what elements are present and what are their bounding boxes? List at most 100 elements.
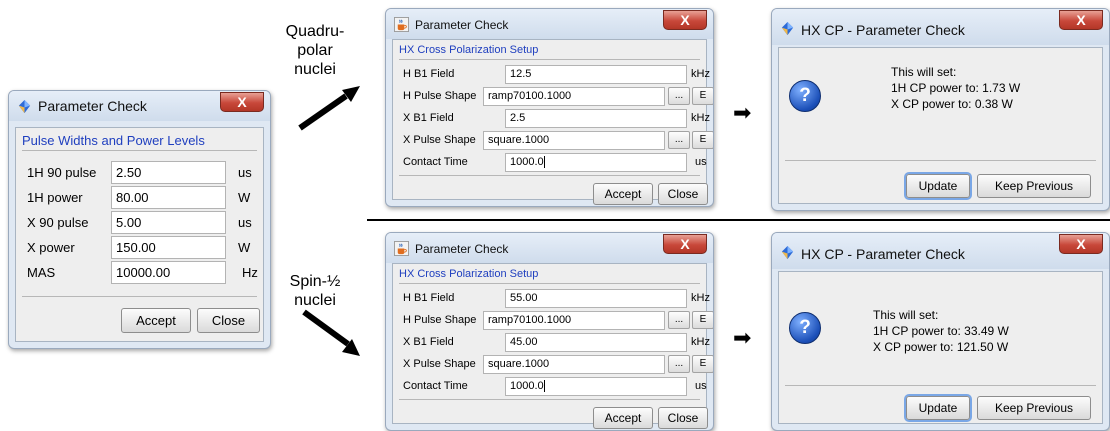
x-shape-field[interactable]: square.1000 [483, 131, 665, 150]
message-line: This will set: [873, 308, 939, 322]
message-line: X CP power to: 0.38 W [891, 97, 1013, 111]
close-window-button[interactable]: X [1059, 234, 1103, 254]
update-button[interactable]: Update [906, 174, 970, 198]
contact-time-unit: us [695, 380, 707, 392]
title-bar[interactable]: Parameter Check X [386, 233, 713, 263]
annotation-quadrupolar: Quadru- polar nuclei [285, 22, 345, 79]
contact-time-label: Contact Time [403, 380, 468, 392]
keep-previous-button[interactable]: Keep Previous [977, 174, 1091, 198]
browse-button[interactable]: ... [668, 131, 690, 149]
title-bar[interactable]: HX CP - Parameter Check X [772, 233, 1109, 269]
java-cup-icon [394, 241, 409, 256]
x-b1-label: X B1 Field [403, 112, 454, 124]
close-window-button[interactable]: X [663, 234, 707, 254]
dialog-content: ? This will set: 1H CP power to: 1.73 W … [778, 47, 1103, 204]
h-b1-field[interactable]: 12.5 [505, 65, 687, 84]
dialog-content: HX Cross Polarization Setup H B1 Field 1… [392, 39, 713, 205]
row-unit: W [238, 190, 251, 205]
x-shape-field[interactable]: square.1000 [483, 355, 665, 374]
close-window-button[interactable]: X [220, 92, 264, 112]
h-b1-field[interactable]: 55.00 [505, 289, 687, 308]
edit-button[interactable]: E [692, 87, 713, 105]
x-b1-unit: kHz [691, 336, 710, 348]
keep-previous-button[interactable]: Keep Previous [977, 396, 1091, 420]
annotation-line: Quadru- [285, 23, 345, 40]
close-button[interactable]: Close [658, 183, 708, 205]
h-b1-unit: kHz [691, 292, 710, 304]
accept-button[interactable]: Accept [121, 308, 191, 333]
power-1h-field[interactable]: 80.00 [111, 186, 226, 209]
contact-time-label: Contact Time [403, 156, 468, 168]
dialog-content: ? This will set: 1H CP power to: 33.49 W… [778, 271, 1103, 424]
h-b1-unit: kHz [691, 68, 710, 80]
h-shape-label: H Pulse Shape [403, 90, 477, 102]
x-b1-field[interactable]: 2.5 [505, 109, 687, 128]
contact-time-field[interactable]: 1000.0 [505, 153, 687, 172]
cp-confirm-dialog-top: HX CP - Parameter Check X ? This will se… [771, 8, 1110, 211]
arrow-icon [298, 86, 360, 131]
dialog-title: Parameter Check [38, 98, 147, 114]
message-line: 1H CP power to: 33.49 W [873, 324, 1009, 338]
java-cup-icon [394, 17, 409, 32]
app-diamond-icon [18, 99, 31, 114]
h-shape-field[interactable]: ramp70100.1000 [483, 311, 665, 330]
divider [399, 283, 700, 284]
x-shape-label: X Pulse Shape [403, 134, 476, 146]
title-bar[interactable]: Parameter Check X [386, 9, 713, 39]
row-label: 1H power [27, 190, 83, 205]
annotation-spin-half: Spin-½ nuclei [285, 272, 345, 310]
title-bar[interactable]: HX CP - Parameter Check X [772, 9, 1109, 45]
contact-time-value: 1000.0 [510, 380, 545, 392]
dialog-content: HX Cross Polarization Setup H B1 Field 5… [392, 263, 713, 429]
close-button[interactable]: Close [658, 407, 708, 429]
section-title: Pulse Widths and Power Levels [22, 133, 205, 148]
dialog-title: Parameter Check [415, 18, 509, 32]
row-unit: us [238, 165, 252, 180]
question-icon: ? [789, 80, 821, 112]
annotation-line: polar [297, 42, 333, 59]
section-title: HX Cross Polarization Setup [399, 44, 539, 56]
browse-button[interactable]: ... [668, 87, 690, 105]
mas-field[interactable]: 10000.00 [111, 261, 226, 284]
divider [399, 59, 700, 60]
close-window-button[interactable]: X [1059, 10, 1103, 30]
h-b1-label: H B1 Field [403, 292, 455, 304]
annotation-line: Spin-½ [289, 273, 341, 290]
contact-time-unit: us [695, 156, 707, 168]
pulse-1h-90-field[interactable]: 2.50 [111, 161, 226, 184]
contact-time-field[interactable]: 1000.0 [505, 377, 687, 396]
browse-button[interactable]: ... [668, 355, 690, 373]
row-label: X 90 pulse [27, 215, 89, 230]
close-window-button[interactable]: X [663, 10, 707, 30]
h-shape-field[interactable]: ramp70100.1000 [483, 87, 665, 106]
close-button[interactable]: Close [197, 308, 260, 333]
message-line: This will set: [891, 65, 957, 79]
dialog-content: Pulse Widths and Power Levels 1H 90 puls… [15, 127, 264, 342]
arrow-icon: ➡ [733, 100, 752, 125]
arrow-icon: ➡ [733, 325, 752, 350]
accept-button[interactable]: Accept [593, 407, 653, 429]
app-diamond-icon [781, 245, 794, 260]
section-title: HX Cross Polarization Setup [399, 268, 539, 280]
edit-button[interactable]: E [692, 131, 713, 149]
arrow-icon [302, 309, 360, 356]
browse-button[interactable]: ... [668, 311, 690, 329]
app-diamond-icon [781, 21, 794, 36]
x-b1-unit: kHz [691, 112, 710, 124]
cp-confirm-dialog-bottom: HX CP - Parameter Check X ? This will se… [771, 232, 1110, 431]
row-label: X power [27, 240, 75, 255]
edit-button[interactable]: E [692, 355, 713, 373]
x-shape-label: X Pulse Shape [403, 358, 476, 370]
divider [785, 160, 1096, 161]
contact-time-value: 1000.0 [510, 156, 545, 168]
divider [22, 296, 257, 297]
title-bar[interactable]: Parameter Check X [9, 91, 270, 121]
cp-setup-dialog-bottom: Parameter Check X HX Cross Polarization … [385, 232, 714, 431]
accept-button[interactable]: Accept [593, 183, 653, 205]
update-button[interactable]: Update [906, 396, 970, 420]
power-x-field[interactable]: 150.00 [111, 236, 226, 259]
x-b1-field[interactable]: 45.00 [505, 333, 687, 352]
row-unit: Hz [242, 265, 258, 280]
pulse-x-90-field[interactable]: 5.00 [111, 211, 226, 234]
edit-button[interactable]: E [692, 311, 713, 329]
